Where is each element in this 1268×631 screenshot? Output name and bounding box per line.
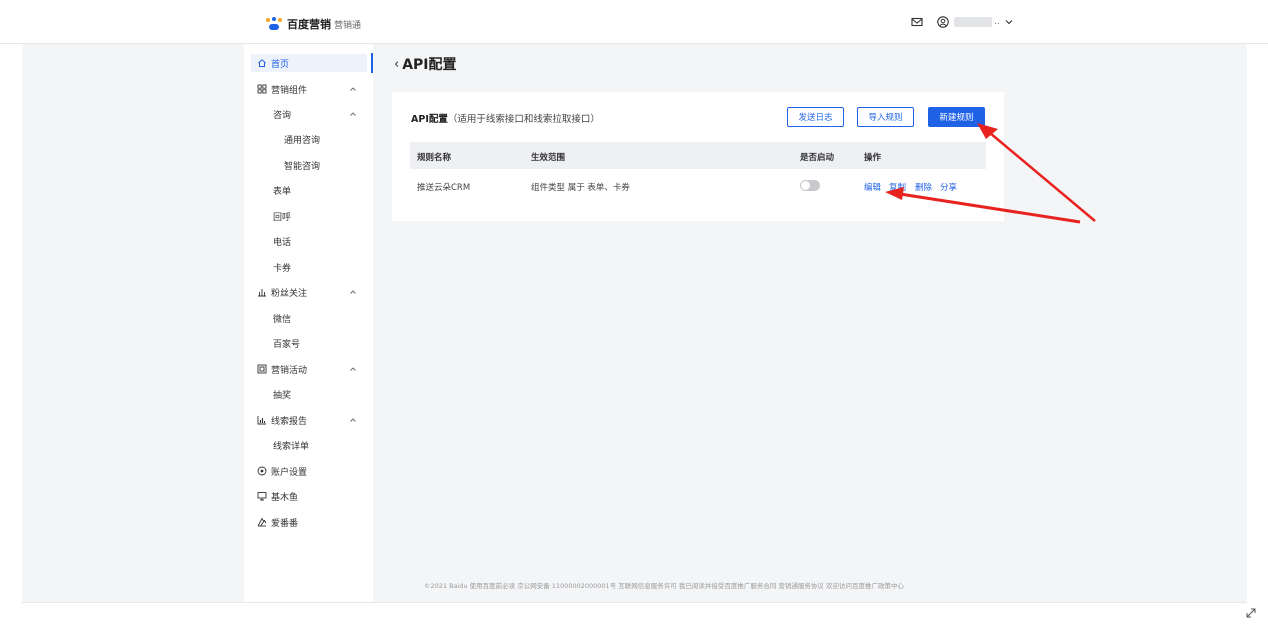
- table-header: 规则名称 生效范围 是否启动 操作: [410, 142, 986, 169]
- sidebar-item-smart-consult[interactable]: 智能咨询: [284, 156, 320, 174]
- aifanfan-icon: [257, 517, 267, 527]
- activity-icon: [257, 364, 267, 374]
- user-circle-icon[interactable]: [936, 15, 950, 29]
- sidebar-item-phone[interactable]: 电话: [273, 232, 291, 250]
- enable-toggle[interactable]: [800, 180, 820, 191]
- chevron-up-icon[interactable]: [349, 288, 357, 296]
- sidebar-item-baijiahao[interactable]: 百家号: [273, 334, 300, 352]
- sidebar-item-lead-details[interactable]: 线索详单: [273, 436, 309, 454]
- sidebar-item-aifanfan[interactable]: 爱番番: [257, 513, 298, 531]
- logo-brand: 百度营销: [287, 18, 331, 31]
- sidebar-item-wechat[interactable]: 微信: [273, 309, 291, 327]
- column-header-scope: 生效范围: [531, 153, 566, 163]
- sidebar-item-jimuyu[interactable]: 基木鱼: [257, 487, 298, 505]
- sidebar-item-label: 爱番番: [271, 518, 299, 529]
- sidebar-item-account-settings[interactable]: 账户设置: [257, 462, 307, 480]
- sidebar-item-label: 营销活动: [271, 365, 308, 376]
- sidebar-item-home[interactable]: 首页: [251, 54, 367, 72]
- sidebar-item-label: 粉丝关注: [271, 288, 308, 299]
- logo-product: 营销通: [334, 20, 362, 31]
- copy-link[interactable]: 复制: [889, 181, 906, 193]
- sidebar-active-indicator: [371, 53, 373, 73]
- bottom-divider: [22, 602, 1247, 603]
- import-rule-button[interactable]: 导入规则: [857, 107, 914, 127]
- card-title-main: API配置: [411, 114, 448, 125]
- bar-chart-icon: [257, 415, 267, 425]
- sidebar-item-label: 账户设置: [271, 467, 308, 478]
- card-title-sub: （适用于线索接口和线索拉取接口）: [447, 114, 600, 125]
- fans-icon: [257, 287, 267, 297]
- column-header-enabled: 是否启动: [800, 153, 835, 163]
- sidebar-item-label: 基木鱼: [271, 492, 299, 503]
- back-chevron-icon[interactable]: ‹: [394, 57, 399, 72]
- sidebar-item-label: 首页: [271, 59, 290, 70]
- rule-scope-cell: 组件类型 属于 表单、卡券: [531, 183, 630, 193]
- sidebar-item-label: 电话: [273, 237, 292, 248]
- api-config-card: API配置（适用于线索接口和线索拉取接口） 发送日志 导入规则 新建规则 规则名…: [392, 92, 1004, 221]
- top-bar: 百度营销 营销通 ..: [0, 0, 1268, 44]
- column-header-rule-name: 规则名称: [417, 153, 452, 163]
- delete-link[interactable]: 删除: [915, 181, 932, 193]
- logo[interactable]: 百度营销 营销通: [266, 16, 361, 32]
- grid-icon: [257, 84, 267, 94]
- sidebar-item-label: 卡券: [273, 263, 292, 274]
- sidebar-item-marketing-components[interactable]: 营销组件: [257, 80, 307, 98]
- home-icon: [257, 58, 267, 68]
- sidebar-item-label: 通用咨询: [284, 135, 321, 146]
- sidebar-item-callback[interactable]: 回呼: [273, 207, 291, 225]
- toggle-knob: [801, 181, 810, 190]
- sidebar-item-coupon[interactable]: 卡券: [273, 258, 291, 276]
- chevron-up-icon[interactable]: [349, 110, 357, 118]
- sidebar-item-marketing-activity[interactable]: 营销活动: [257, 360, 307, 378]
- chevron-up-icon[interactable]: [349, 85, 357, 93]
- chevron-up-icon[interactable]: [349, 416, 357, 424]
- chevron-up-icon[interactable]: [349, 365, 357, 373]
- sidebar-item-consult[interactable]: 咨询: [273, 105, 291, 123]
- rule-name-cell: 推送云朵CRM: [417, 183, 471, 193]
- page-background-left: [22, 44, 244, 602]
- sidebar-item-label: 线索报告: [271, 416, 308, 427]
- footer-text: ©2021 Baidu 使用百度前必读 京公网安备 11000002000001…: [424, 582, 904, 590]
- user-name[interactable]: [954, 17, 992, 27]
- sidebar-item-label: 百家号: [273, 339, 301, 350]
- page-background-right: [1004, 44, 1247, 602]
- sidebar-item-label: 表单: [273, 186, 292, 197]
- settings-circle-icon: [257, 466, 267, 476]
- card-title: API配置（适用于线索接口和线索拉取接口）: [411, 111, 600, 125]
- sidebar-item-fans[interactable]: 粉丝关注: [257, 283, 307, 301]
- sidebar-item-lottery[interactable]: 抽奖: [273, 385, 291, 403]
- sidebar-item-label: 抽奖: [273, 390, 292, 401]
- top-right-tools: ..: [910, 14, 1014, 30]
- monitor-icon: [257, 491, 267, 501]
- sidebar-item-label: 咨询: [273, 110, 292, 121]
- sidebar-item-label: 智能咨询: [284, 161, 321, 172]
- sidebar-item-lead-report[interactable]: 线索报告: [257, 411, 307, 429]
- sidebar-item-label: 线索详单: [273, 441, 310, 452]
- user-name-suffix: ..: [994, 17, 1000, 27]
- sidebar-item-general-consult[interactable]: 通用咨询: [284, 130, 320, 148]
- share-link[interactable]: 分享: [940, 181, 957, 193]
- sidebar-item-label: 微信: [273, 314, 292, 325]
- edit-link[interactable]: 编辑: [864, 181, 881, 193]
- page-title: API配置: [402, 57, 457, 73]
- page-title-bar: ‹ API配置: [394, 54, 457, 74]
- new-rule-button[interactable]: 新建规则: [928, 107, 985, 127]
- mail-icon[interactable]: [910, 15, 924, 29]
- column-header-actions: 操作: [864, 153, 882, 163]
- baidu-paw-icon: [266, 17, 284, 31]
- expand-icon[interactable]: [1244, 606, 1258, 620]
- send-log-button[interactable]: 发送日志: [787, 107, 844, 127]
- sidebar-item-form[interactable]: 表单: [273, 181, 291, 199]
- sidebar-item-label: 营销组件: [271, 85, 308, 96]
- chevron-down-icon[interactable]: [1004, 17, 1014, 27]
- sidebar-item-label: 回呼: [273, 212, 292, 223]
